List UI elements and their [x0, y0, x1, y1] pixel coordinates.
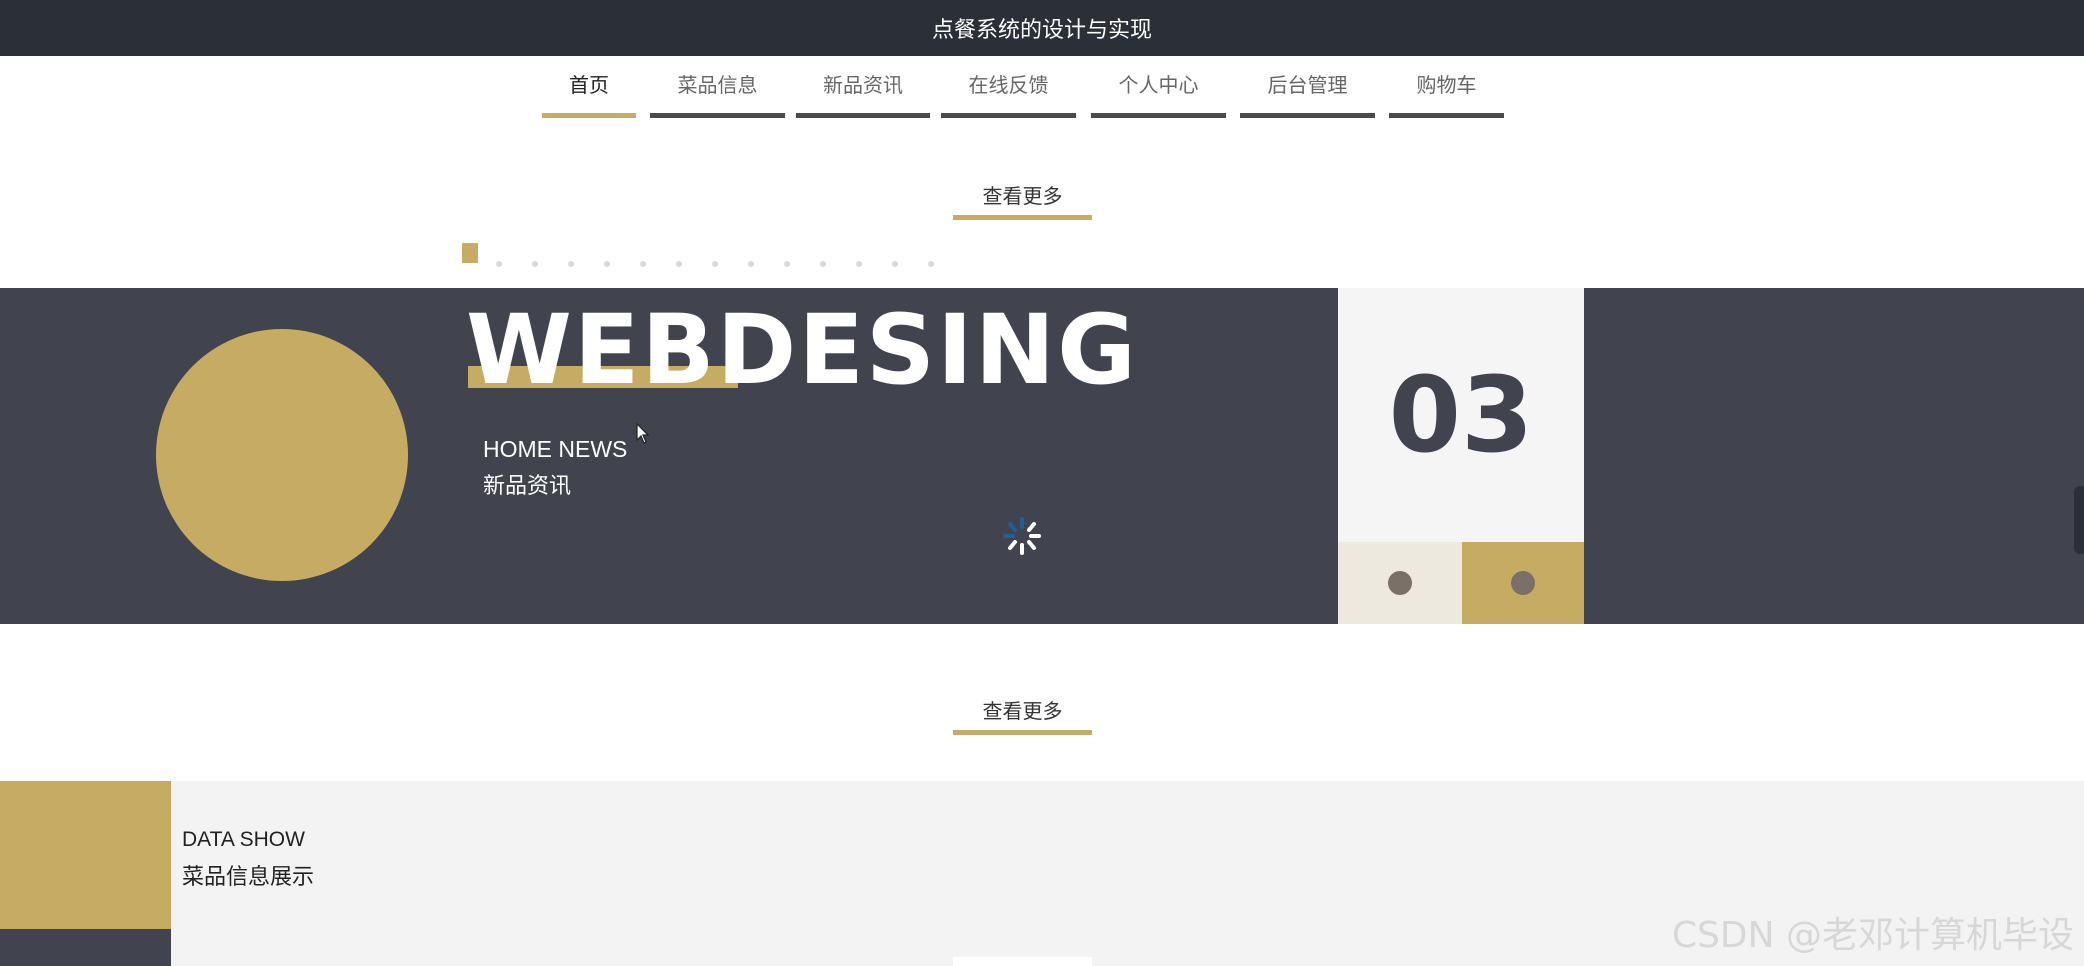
more-underline	[953, 730, 1092, 735]
decorative-tab	[953, 957, 1092, 966]
news-more-link[interactable]: 查看更多	[953, 180, 1092, 220]
indicator-dot[interactable]	[712, 261, 718, 267]
nav-underline	[1389, 113, 1504, 118]
indicator-dot[interactable]	[928, 261, 934, 267]
slide-number: 03	[1388, 354, 1534, 476]
more-label: 查看更多	[982, 699, 1063, 723]
nav-item-label: 新品资讯	[823, 72, 903, 97]
more-underline	[953, 215, 1092, 220]
nav-item-label: 个人中心	[1118, 72, 1199, 97]
nav-item-label: 菜品信息	[677, 72, 758, 97]
banner-headline: WEBDESING	[466, 294, 1138, 406]
nav-item-news[interactable]: 新品资讯	[796, 56, 930, 118]
nav-item-label: 后台管理	[1267, 72, 1348, 97]
nav-item-profile[interactable]: 个人中心	[1091, 56, 1226, 118]
nav-item-feedback[interactable]: 在线反馈	[941, 56, 1076, 118]
nav-item-label: 首页	[569, 72, 609, 97]
nav-underline	[542, 113, 636, 118]
nav-item-label: 购物车	[1416, 72, 1477, 97]
next-dot-icon	[1511, 571, 1535, 595]
section-title-cn: 新品资讯	[483, 474, 572, 499]
decorative-circle	[156, 329, 408, 581]
carousel-indicators	[462, 243, 992, 267]
nav-underline	[1091, 113, 1226, 118]
nav-item-cart[interactable]: 购物车	[1389, 56, 1504, 118]
indicator-dot[interactable]	[676, 261, 682, 267]
decorative-square	[0, 781, 171, 929]
indicator-dot[interactable]	[856, 261, 862, 267]
watermark-text: CSDN @老邓计算机毕设	[1671, 915, 2074, 956]
indicator-dot[interactable]	[532, 261, 538, 267]
indicator-dot[interactable]	[748, 261, 754, 267]
mouse-cursor-icon	[636, 423, 650, 444]
site-title: 点餐系统的设计与实现	[931, 18, 1152, 43]
nav-underline	[796, 113, 930, 118]
indicator-dot[interactable]	[568, 261, 574, 267]
indicator-active[interactable]	[462, 243, 478, 263]
nav-underline	[1240, 113, 1375, 118]
nav-item-dishes[interactable]: 菜品信息	[650, 56, 785, 118]
top-header: 点餐系统的设计与实现	[0, 0, 2084, 56]
indicator-dot[interactable]	[784, 261, 790, 267]
prev-dot-icon	[1388, 571, 1412, 595]
prev-slide-button[interactable]	[1338, 542, 1462, 624]
news-banner: WEBDESING HOME NEWS 新品资讯 03	[0, 288, 2084, 624]
nav-item-label: 在线反馈	[968, 72, 1049, 97]
section-title-cn: 菜品信息展示	[182, 865, 315, 890]
indicator-dot[interactable]	[640, 261, 646, 267]
indicator-dot[interactable]	[820, 261, 826, 267]
slide-counter: 03	[1338, 288, 1584, 542]
data-more-link[interactable]: 查看更多	[953, 695, 1092, 735]
side-scroll-handle[interactable]	[2074, 486, 2084, 554]
spinner-icon	[1003, 517, 1041, 555]
nav-underline	[650, 113, 785, 118]
nav-underline	[941, 113, 1076, 118]
next-slide-button[interactable]	[1462, 542, 1584, 624]
nav-item-home[interactable]: 首页	[542, 56, 636, 118]
more-label: 查看更多	[982, 184, 1063, 208]
indicator-dot[interactable]	[604, 261, 610, 267]
section-title-en: DATA SHOW	[182, 828, 305, 851]
indicator-dot[interactable]	[892, 261, 898, 267]
indicator-dot[interactable]	[496, 261, 502, 267]
main-nav: 首页 菜品信息 新品资讯 在线反馈 个人中心 后台管理 购物车	[0, 56, 2084, 118]
decorative-block	[0, 929, 171, 966]
section-title-en: HOME NEWS	[483, 436, 628, 462]
nav-item-admin[interactable]: 后台管理	[1240, 56, 1375, 118]
